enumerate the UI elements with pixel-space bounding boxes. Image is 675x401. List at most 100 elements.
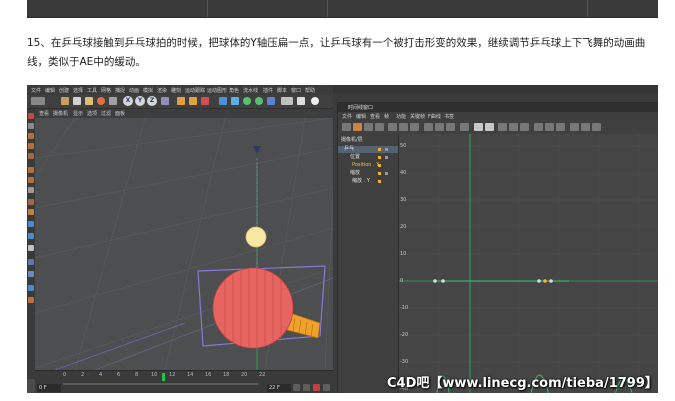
tl-tool-icon[interactable]	[509, 123, 518, 131]
keyframe-dot-icon	[385, 148, 388, 151]
tree-row[interactable]: 缩放	[338, 170, 398, 177]
axis-x-button[interactable]: X	[123, 96, 133, 106]
nurbs-icon[interactable]	[243, 97, 251, 105]
tl-menu-item[interactable]: 编辑	[356, 113, 366, 120]
timeline-tick: 20	[241, 372, 248, 378]
recent-icon[interactable]	[109, 97, 117, 105]
undo-icon[interactable]	[31, 97, 45, 105]
tree-row[interactable]: 位置	[338, 154, 398, 161]
deformer-icon[interactable]	[267, 97, 275, 105]
viewport-menu-item[interactable]: 显示	[73, 110, 83, 117]
viewport-menu-item[interactable]: 过滤	[101, 110, 111, 117]
tl-tool-icon[interactable]	[460, 123, 469, 131]
tl-tool-icon[interactable]	[534, 123, 543, 131]
axis-y-button[interactable]: Y	[135, 96, 145, 106]
coordinate-icon[interactable]	[161, 97, 169, 105]
keyframe-point[interactable]	[433, 279, 437, 283]
tl-tool-icon[interactable]	[545, 123, 554, 131]
end-frame-field[interactable]: 22 F	[267, 384, 291, 392]
keyframe-point[interactable]	[543, 279, 547, 283]
tl-tool-icon[interactable]	[388, 123, 397, 131]
record-button-icon[interactable]	[313, 384, 320, 391]
spline-icon[interactable]	[231, 97, 239, 105]
watermark: C4D吧【www.linecg.com/tieba/1799】	[387, 376, 658, 391]
tl-menu-item[interactable]: 帧	[384, 113, 389, 120]
mode-icon[interactable]	[28, 285, 34, 291]
mode-icon[interactable]	[28, 221, 34, 227]
tl-tool-icon[interactable]	[353, 123, 362, 131]
stop-button-icon[interactable]	[303, 384, 310, 391]
timeline-track[interactable]	[63, 383, 258, 385]
viewport-menu-item[interactable]: 查看	[39, 110, 49, 117]
mode-icon[interactable]	[28, 143, 34, 149]
perspective-viewport[interactable]	[35, 118, 333, 370]
tl-tool-icon[interactable]	[556, 123, 565, 131]
tl-tool-icon[interactable]	[570, 123, 579, 131]
tl-tool-icon[interactable]	[581, 123, 590, 131]
rotate-icon[interactable]	[97, 97, 105, 105]
tl-menu-item[interactable]: F曲线	[428, 113, 441, 120]
keyframe-point[interactable]	[537, 279, 541, 283]
tl-menu-item[interactable]: 书签	[444, 113, 454, 120]
mode-icon[interactable]	[28, 209, 34, 215]
tl-menu-item[interactable]: 文件	[342, 113, 352, 120]
render-icon[interactable]	[189, 97, 197, 105]
animation-timeline[interactable]: 0 2 4 6 8 10 12 14 16 18 20 22 0 F 22 F	[35, 370, 333, 393]
mode-icon[interactable]	[28, 199, 34, 205]
tl-menu-item[interactable]: 功能	[396, 113, 406, 120]
tl-menu-item[interactable]: 关键帧	[410, 113, 425, 120]
mode-icon[interactable]	[28, 259, 34, 265]
tl-tool-icon[interactable]	[592, 123, 601, 131]
keyframe-button-icon[interactable]	[323, 384, 330, 391]
tl-tool-icon[interactable]	[435, 123, 444, 131]
tree-row[interactable]: Position . Y	[338, 162, 398, 169]
camera-icon[interactable]	[297, 97, 305, 105]
viewport-menu-item[interactable]: 选项	[87, 110, 97, 117]
cube-icon[interactable]	[219, 97, 227, 105]
mode-icon[interactable]	[28, 133, 34, 139]
mode-icon[interactable]	[28, 187, 34, 193]
mode-icon[interactable]	[28, 245, 34, 251]
keyframe-point[interactable]	[549, 279, 553, 283]
tl-tool-icon[interactable]	[399, 123, 408, 131]
fcurve-graph[interactable]: 50 40 30 20 10 0 -10 -20 -30 -40	[399, 134, 658, 393]
viewport-menu-item[interactable]: 摄像机	[53, 110, 68, 117]
object-manager-menu	[333, 94, 658, 102]
mode-icon[interactable]	[28, 167, 34, 173]
play-button-icon[interactable]	[293, 384, 300, 391]
tl-tool-icon[interactable]	[485, 123, 494, 131]
render-settings-icon[interactable]	[201, 97, 209, 105]
tl-tool-icon[interactable]	[446, 123, 455, 131]
ball[interactable]	[245, 226, 267, 248]
tl-tool-icon[interactable]	[474, 123, 483, 131]
mode-icon[interactable]	[28, 271, 34, 277]
mode-icon[interactable]	[28, 153, 34, 159]
tree-row[interactable]: 缩放 . Y	[338, 178, 398, 185]
mode-icon[interactable]	[28, 113, 34, 119]
tl-tool-icon[interactable]	[342, 123, 351, 131]
select-icon[interactable]	[61, 97, 69, 105]
light-icon[interactable]	[311, 97, 319, 105]
scale-icon[interactable]	[85, 97, 93, 105]
tree-row[interactable]: 乒乓	[338, 146, 398, 153]
mode-icon[interactable]	[28, 123, 34, 129]
render-view-icon[interactable]	[177, 97, 185, 105]
move-icon[interactable]	[73, 97, 81, 105]
mode-icon[interactable]	[28, 233, 34, 239]
mode-icon[interactable]	[28, 297, 34, 303]
tl-tool-icon[interactable]	[410, 123, 419, 131]
tl-tool-icon[interactable]	[424, 123, 433, 131]
keyframe-point[interactable]	[441, 279, 445, 283]
start-frame-field[interactable]: 0 F	[37, 384, 61, 392]
tl-tool-icon[interactable]	[364, 123, 373, 131]
array-icon[interactable]	[255, 97, 263, 105]
tl-tool-icon[interactable]	[498, 123, 507, 131]
timeline-playhead[interactable]	[162, 373, 165, 381]
mode-icon[interactable]	[28, 177, 34, 183]
scene-icon[interactable]	[281, 97, 293, 105]
tl-tool-icon[interactable]	[520, 123, 529, 131]
axis-z-button[interactable]: Z	[147, 96, 157, 106]
tl-tool-icon[interactable]	[375, 123, 384, 131]
viewport-menu-item[interactable]: 面板	[115, 110, 125, 117]
tl-menu-item[interactable]: 查看	[370, 113, 380, 120]
